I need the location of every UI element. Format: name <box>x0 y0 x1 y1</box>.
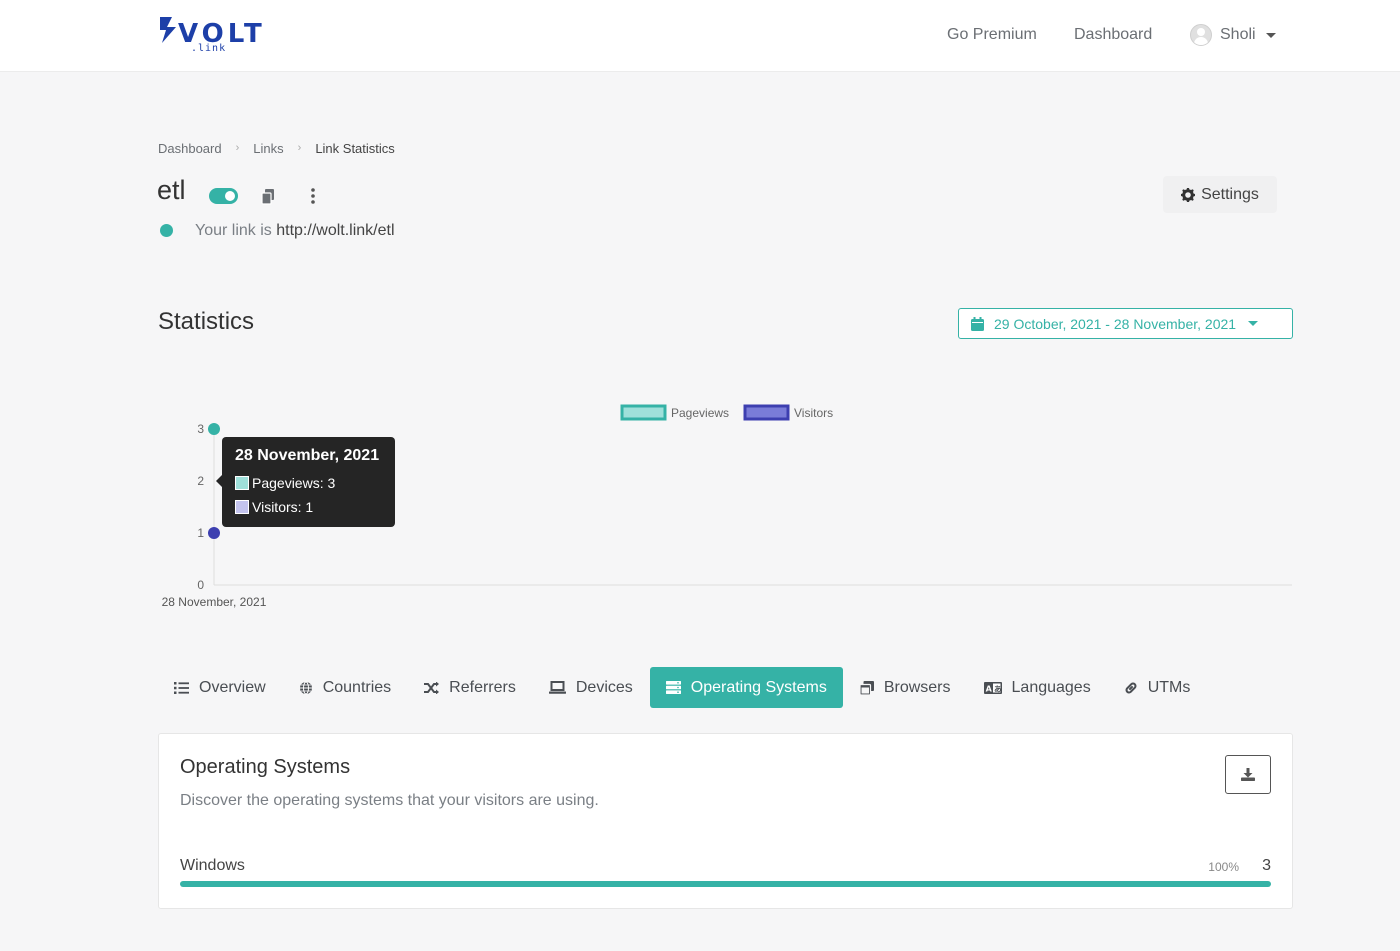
tab-label: Devices <box>575 678 633 696</box>
link-enabled-toggle[interactable] <box>209 188 238 204</box>
y-tick-label: 2 <box>197 474 204 488</box>
go-premium-link[interactable]: Go Premium <box>947 26 1037 44</box>
chevron-right-icon: › <box>297 142 302 154</box>
avatar <box>1190 24 1212 46</box>
calendar-icon <box>971 316 984 331</box>
os-progress-fill <box>180 881 1271 887</box>
more-options-icon[interactable] <box>309 188 317 204</box>
operating-systems-card: Operating Systems Discover the operating… <box>158 733 1293 909</box>
statistics-tabs: Overview Countries Referrers Devices Ope… <box>158 667 1207 708</box>
legend-label: Visitors <box>794 406 833 420</box>
tab-label: Operating Systems <box>690 678 827 696</box>
page-title: etl <box>157 175 186 205</box>
tab-label: UTMs <box>1147 678 1191 696</box>
data-point <box>208 423 220 435</box>
os-progress-bar <box>180 881 1271 887</box>
tooltip-row-pageviews: Pageviews: 3 <box>235 475 335 491</box>
logo-subtext: .link <box>191 43 227 54</box>
copy-icon[interactable] <box>261 189 275 205</box>
breadcrumb-links[interactable]: Links <box>253 141 283 156</box>
chevron-right-icon: › <box>235 142 240 154</box>
data-point <box>208 527 220 539</box>
statistics-heading: Statistics <box>158 308 255 335</box>
os-count: 3 <box>1262 857 1271 874</box>
chevron-down-icon <box>1248 321 1259 326</box>
list-icon <box>174 681 189 694</box>
card-title: Operating Systems <box>180 756 351 778</box>
short-url[interactable]: http://wolt.link/etl <box>276 222 394 239</box>
tab-label: Languages <box>1011 678 1091 696</box>
window-icon <box>859 680 874 695</box>
dashboard-link[interactable]: Dashboard <box>1074 26 1152 44</box>
visitors-swatch <box>235 500 249 514</box>
date-range-picker[interactable]: 29 October, 2021 - 28 November, 2021 <box>958 308 1293 339</box>
card-description: Discover the operating systems that your… <box>180 792 599 809</box>
breadcrumb-dashboard[interactable]: Dashboard <box>158 141 222 156</box>
bolt-icon <box>160 17 176 43</box>
user-menu[interactable]: Sholi <box>1190 24 1276 46</box>
tooltip-visitors: Visitors: 1 <box>252 499 314 515</box>
breadcrumb-current: Link Statistics <box>315 141 395 156</box>
y-tick-label: 1 <box>197 526 204 540</box>
tab-label: Browsers <box>883 678 951 696</box>
tab-utms[interactable]: UTMs <box>1108 667 1207 708</box>
user-name: Sholi <box>1220 26 1256 43</box>
legend-swatch <box>620 404 667 421</box>
language-icon: A あ <box>983 681 1002 694</box>
tab-label: Overview <box>199 678 266 696</box>
pageviews-swatch <box>235 476 249 490</box>
tab-languages[interactable]: A あ Languages <box>968 667 1107 708</box>
legend-swatch <box>743 404 790 421</box>
tab-referrers[interactable]: Referrers <box>408 667 532 708</box>
tab-operating-systems[interactable]: Operating Systems <box>649 667 843 708</box>
tooltip-row-visitors: Visitors: 1 <box>235 499 313 515</box>
chart-tooltip: 28 November, 2021 Pageviews: 3 Visitors:… <box>216 437 395 527</box>
os-name: Windows <box>180 857 245 874</box>
svg-text:あ: あ <box>994 684 1002 693</box>
gear-icon <box>1181 187 1196 202</box>
breadcrumb: Dashboard › Links › Link Statistics <box>158 141 395 156</box>
y-tick-label: 0 <box>197 578 204 592</box>
tab-label: Referrers <box>449 678 516 696</box>
link-icon <box>1125 682 1137 693</box>
tab-devices[interactable]: Devices <box>533 667 649 708</box>
tab-countries[interactable]: Countries <box>283 667 407 708</box>
settings-button[interactable]: Settings <box>1163 176 1277 213</box>
tab-label: Countries <box>322 678 392 696</box>
volt-logo[interactable]: VOLT .link <box>158 13 268 57</box>
download-icon <box>1241 768 1255 781</box>
legend-label: Pageviews <box>671 406 729 420</box>
globe-icon <box>299 681 312 694</box>
x-tick-label: 28 November, 2021 <box>162 595 267 609</box>
download-button[interactable] <box>1225 755 1271 794</box>
tab-browsers[interactable]: Browsers <box>844 667 967 708</box>
shuffle-icon <box>424 681 440 694</box>
tooltip-pageviews: Pageviews: 3 <box>252 475 336 491</box>
svg-text:A: A <box>985 684 992 693</box>
laptop-icon <box>548 681 566 694</box>
tooltip-title: 28 November, 2021 <box>235 447 380 464</box>
server-icon <box>665 681 681 694</box>
chevron-down-icon <box>1265 32 1276 38</box>
top-navbar: VOLT .link Go Premium Dashboard Sholi <box>0 0 1400 72</box>
y-tick-label: 3 <box>197 422 204 436</box>
link-prefix: Your link is <box>195 222 272 239</box>
link-info: Your link is http://wolt.link/etl <box>195 222 395 240</box>
status-indicator <box>160 224 173 237</box>
os-percentage: 100% <box>1208 860 1239 874</box>
tab-overview[interactable]: Overview <box>158 667 282 708</box>
settings-label: Settings <box>1201 185 1259 203</box>
date-range-label: 29 October, 2021 - 28 November, 2021 <box>994 315 1237 332</box>
